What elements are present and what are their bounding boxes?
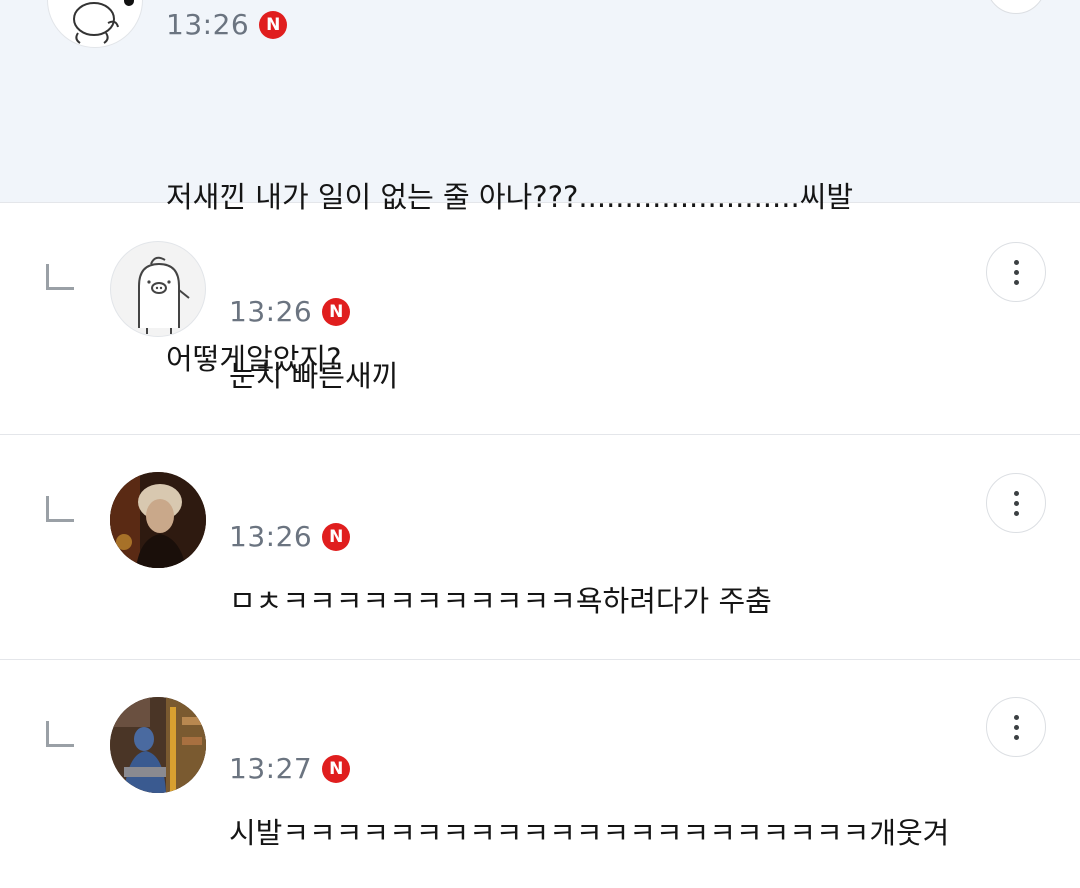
comment-item: 13:26 N ㅁㅊㅋㅋㅋㅋㅋㅋㅋㅋㅋㅋㅋ욕하려다가 주춤 bbox=[0, 435, 1080, 660]
avatar[interactable] bbox=[110, 241, 206, 337]
reply-arrow-icon bbox=[46, 264, 74, 290]
naver-badge-icon: N bbox=[322, 522, 351, 551]
more-options-icon bbox=[1013, 714, 1019, 720]
more-options-icon bbox=[1013, 490, 1019, 496]
more-options-button[interactable] bbox=[986, 697, 1046, 757]
more-options-button[interactable] bbox=[986, 0, 1046, 14]
comment-text: 시발ㅋㅋㅋㅋㅋㅋㅋㅋㅋㅋㅋㅋㅋㅋㅋㅋㅋㅋㅋㅋㅋㅋ개웃겨 bbox=[229, 816, 950, 850]
avatar[interactable] bbox=[47, 0, 143, 48]
reply-arrow-icon bbox=[46, 721, 74, 747]
avatar-illustration bbox=[73, 2, 119, 44]
comment-item: 13:27 N 시발ㅋㅋㅋㅋㅋㅋㅋㅋㅋㅋㅋㅋㅋㅋㅋㅋㅋㅋㅋㅋㅋㅋ개웃겨 bbox=[0, 660, 1080, 888]
more-options-icon bbox=[1013, 259, 1019, 265]
more-options-button[interactable] bbox=[986, 242, 1046, 302]
avatar-illustration bbox=[138, 256, 190, 334]
comment-meta: 13:26 N bbox=[229, 520, 351, 553]
comment-time: 13:26 bbox=[229, 520, 313, 553]
comment-time: 13:26 bbox=[166, 8, 250, 41]
comment-meta: 13:26 N bbox=[166, 8, 288, 41]
comment-meta: 13:27 N bbox=[229, 752, 351, 785]
naver-badge-icon: N bbox=[322, 754, 351, 783]
avatar-photo bbox=[110, 472, 206, 568]
comment-item: 13:26 N 저새낀 내가 일이 없는 줄 아나???............… bbox=[0, 0, 1080, 376]
naver-badge-icon: N bbox=[322, 297, 351, 326]
more-options-button[interactable] bbox=[986, 473, 1046, 533]
comment-time: 13:26 bbox=[229, 295, 313, 328]
comment-text: 눈치 빠른새끼 bbox=[229, 359, 399, 393]
avatar[interactable] bbox=[110, 697, 206, 793]
reply-arrow-icon bbox=[46, 496, 74, 522]
avatar[interactable] bbox=[110, 472, 206, 568]
comment-time: 13:27 bbox=[229, 752, 313, 785]
comment-text: ㅁㅊㅋㅋㅋㅋㅋㅋㅋㅋㅋㅋㅋ욕하려다가 주춤 bbox=[229, 584, 772, 618]
avatar-photo bbox=[110, 697, 206, 793]
naver-badge-icon: N bbox=[259, 10, 288, 39]
comment-item: 13:26 N 눈치 빠른새끼 bbox=[0, 203, 1080, 435]
comment-meta: 13:26 N bbox=[229, 295, 351, 328]
